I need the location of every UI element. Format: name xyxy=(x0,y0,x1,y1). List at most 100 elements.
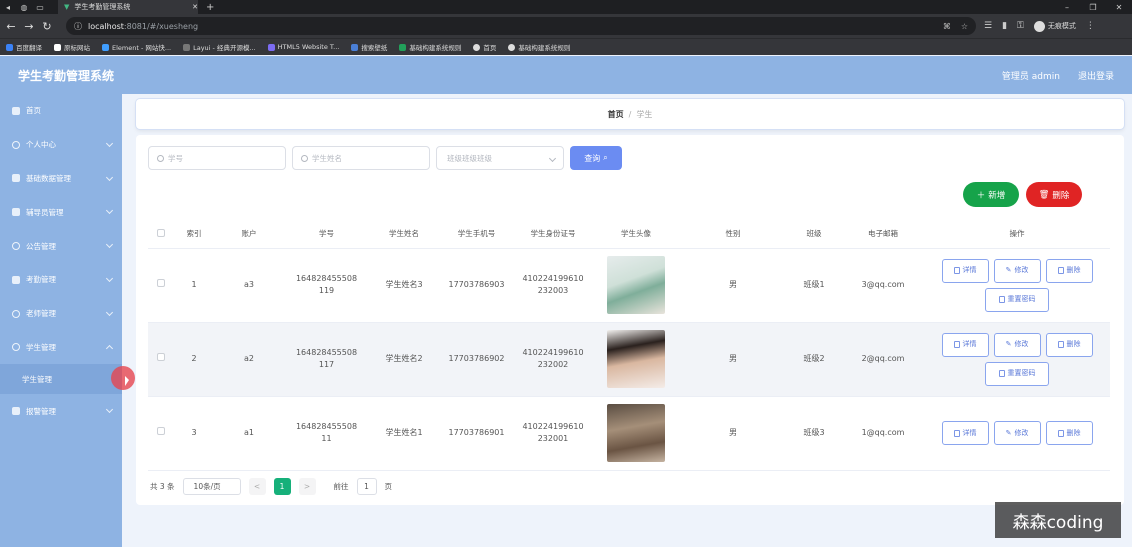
sidebar-item-alarm[interactable]: 报警管理 xyxy=(0,394,122,428)
bookmark-item[interactable]: 百度翻译 xyxy=(6,42,42,52)
reload-icon[interactable]: ↻ xyxy=(42,20,52,33)
detail-button[interactable]: 详情 xyxy=(941,332,989,357)
page-number-active[interactable]: 1 xyxy=(273,478,291,495)
cell-name: 学生姓名1 xyxy=(369,396,439,471)
bookmark-label: Element - 网站快... xyxy=(112,44,172,52)
extensions-icon[interactable]: ▮ xyxy=(1002,21,1007,31)
url-field[interactable]: ⓘ localhost:8081/#/xuesheng ⌘ ☆ xyxy=(66,17,976,35)
bookmark-item[interactable]: 搜索壁纸 xyxy=(351,42,387,52)
sidebar-item-label: 基础数据管理 xyxy=(26,173,71,183)
database-icon xyxy=(12,174,20,183)
watermark: 森森coding xyxy=(995,502,1121,538)
lock-icon xyxy=(998,370,1005,377)
bookmark-item[interactable]: Layui - 经典开源模... xyxy=(183,42,256,52)
bookmark-item[interactable]: Element - 网站快... xyxy=(102,42,171,52)
detail-button[interactable]: 详情 xyxy=(941,258,989,283)
row-delete-button[interactable]: 删除 xyxy=(1045,421,1093,445)
search-icon xyxy=(157,154,164,162)
logout-link[interactable]: 退出登录 xyxy=(1078,69,1114,82)
sidebar-item-label: 考勤管理 xyxy=(26,275,56,285)
breadcrumb-home[interactable]: 首页 xyxy=(608,109,624,120)
globe-icon[interactable]: ◍ xyxy=(16,0,32,14)
reading-list-icon[interactable]: ☰ xyxy=(984,21,992,31)
goto-page-input[interactable]: 1 xyxy=(356,478,377,495)
query-button[interactable]: 查询 ⌕ xyxy=(570,146,622,170)
row-delete-button[interactable]: 删除 xyxy=(1045,258,1093,283)
window-icon[interactable]: ▭ xyxy=(32,0,48,14)
table-header: 索引 账户 学号 学生姓名 学生手机号 学生身份证号 学生头像 性别 班级 电子… xyxy=(148,220,1110,249)
edit-label: 修改 xyxy=(1014,340,1029,349)
class-placeholder: 班级班级班级 xyxy=(447,153,492,163)
sidebar-item-basic-data[interactable]: 基础数据管理 xyxy=(0,162,122,196)
star-icon[interactable]: ☆ xyxy=(961,22,968,31)
sidebar-item-student[interactable]: 学生管理 xyxy=(0,331,122,365)
cell-gender: 男 xyxy=(680,396,786,471)
page-size-value: 10条/页 xyxy=(193,482,221,491)
sidebar-subitem-student[interactable]: 学生管理 xyxy=(0,364,122,395)
prev-page-button[interactable]: < xyxy=(248,478,266,495)
reset-password-button[interactable]: 重置密码 xyxy=(985,287,1049,312)
audio-icon[interactable]: ◂ xyxy=(0,0,16,14)
sidebar-item-counselor[interactable]: 辅导员管理 xyxy=(0,195,122,229)
browser-tab[interactable]: ▼ 学生考勤管理系统 ✕ xyxy=(58,0,198,14)
chevron-down-icon xyxy=(105,308,114,316)
cell-phone: 17703786902 xyxy=(439,322,514,397)
new-tab-icon[interactable]: + xyxy=(206,2,214,13)
click-indicator xyxy=(111,366,135,390)
sidebar-item-home[interactable]: 首页 xyxy=(0,94,122,128)
menu-icon[interactable]: ⋮ xyxy=(1086,21,1095,31)
bookmark-item[interactable]: 基础构建系统规则 xyxy=(399,42,461,52)
row-checkbox[interactable] xyxy=(148,248,174,323)
page-size-select[interactable]: 10条/页 xyxy=(182,478,241,495)
incognito-badge[interactable]: 无痕模式 xyxy=(1033,20,1076,32)
edit-button[interactable]: ✎ 修改 xyxy=(993,258,1041,283)
chevron-down-icon xyxy=(105,207,114,215)
total-count: 共 3 条 xyxy=(150,482,175,491)
close-tab-icon[interactable]: ✕ xyxy=(192,3,198,11)
translate-icon[interactable]: ⌘ xyxy=(943,22,951,31)
column-header: 账户 xyxy=(214,220,284,249)
key-icon[interactable]: ⚿ xyxy=(1017,21,1024,31)
close-window-icon[interactable]: ✕ xyxy=(1106,3,1132,12)
row-checkbox[interactable] xyxy=(148,322,174,397)
edit-button[interactable]: ✎ 修改 xyxy=(993,421,1041,445)
bookmark-label: 首页 xyxy=(483,44,497,52)
home-icon xyxy=(12,106,20,115)
cell-class: 班级3 xyxy=(786,396,842,471)
add-label: 新增 xyxy=(988,190,1006,201)
reset-password-button[interactable]: 重置密码 xyxy=(985,361,1049,386)
delete-button[interactable]: 🗑 删除 xyxy=(1026,182,1082,207)
globe-icon xyxy=(508,43,516,51)
student-no-line: 117 xyxy=(318,360,335,369)
bookmark-item[interactable]: 首页 xyxy=(473,42,496,52)
select-all-checkbox[interactable] xyxy=(148,220,174,249)
add-button[interactable]: ＋新增 xyxy=(963,182,1019,207)
row-checkbox[interactable] xyxy=(148,396,174,471)
cell-student-no: 164828455508 119 xyxy=(284,248,369,323)
sidebar-item-teacher[interactable]: 老师管理 xyxy=(0,297,122,331)
globe-icon xyxy=(473,43,481,51)
restore-icon[interactable]: ❐ xyxy=(1080,3,1106,12)
row-delete-button[interactable]: 删除 xyxy=(1045,332,1093,357)
sidebar-item-label: 报警管理 xyxy=(26,406,56,416)
sidebar-item-profile[interactable]: 个人中心 xyxy=(0,128,122,162)
bookmark-item[interactable]: 基础构建系统规则 xyxy=(508,42,570,52)
bookmark-label: 基础构建系统规则 xyxy=(518,44,571,52)
back-icon[interactable]: ← xyxy=(6,20,16,33)
forward-icon[interactable]: → xyxy=(24,20,34,33)
sidebar-item-attendance[interactable]: 考勤管理 xyxy=(0,263,122,297)
next-page-button[interactable]: > xyxy=(298,478,316,495)
student-no-input[interactable]: 学号 xyxy=(148,146,286,170)
idcard-line: 232001 xyxy=(537,434,569,443)
user-icon xyxy=(12,140,20,149)
minimize-icon[interactable]: – xyxy=(1054,3,1080,12)
bookmark-item[interactable]: HTML5 Website T... xyxy=(267,43,339,51)
bookmark-item[interactable]: 原标网站 xyxy=(54,42,90,52)
student-name-input[interactable]: 学生姓名 xyxy=(292,146,430,170)
table-row: 2 a2 164828455508 117 学生姓名2 17703786902 4… xyxy=(148,322,1110,397)
sidebar-item-notice[interactable]: 公告管理 xyxy=(0,229,122,263)
detail-button[interactable]: 详情 xyxy=(941,421,989,445)
edit-button[interactable]: ✎ 修改 xyxy=(993,332,1041,357)
sidebar-item-label: 学生管理 xyxy=(22,374,52,384)
class-select[interactable]: 班级班级班级 xyxy=(436,146,564,170)
